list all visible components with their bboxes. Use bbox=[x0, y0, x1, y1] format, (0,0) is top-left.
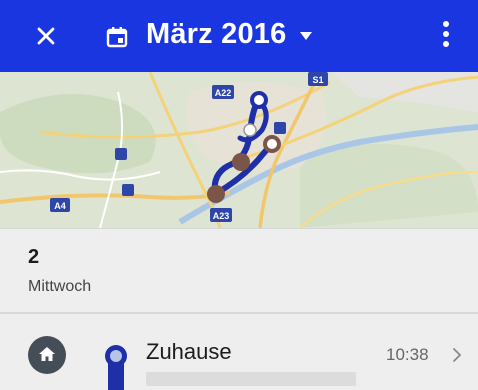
chevron-right-icon[interactable] bbox=[452, 347, 462, 363]
place-time: 10:38 bbox=[386, 345, 429, 364]
road-shield: S1 bbox=[308, 72, 328, 86]
timeline-place-row[interactable]: Zuhause 10:38 bbox=[0, 314, 478, 390]
app-toolbar: März 2016 bbox=[0, 0, 478, 72]
close-icon[interactable] bbox=[32, 22, 60, 50]
place-address-blurred bbox=[146, 372, 356, 386]
day-header: 2 Mittwoch bbox=[0, 228, 478, 312]
caret-down-icon[interactable] bbox=[298, 30, 314, 42]
stop-marker[interactable] bbox=[243, 123, 257, 137]
map-canvas: A22 S1 A4 A23 bbox=[0, 72, 478, 228]
timeline-marker bbox=[105, 345, 127, 390]
road-shield-label: A23 bbox=[213, 211, 230, 221]
road-shield bbox=[115, 148, 127, 160]
road-shield: A22 bbox=[212, 85, 234, 99]
home-icon bbox=[28, 336, 66, 374]
road-shield-label: A22 bbox=[215, 88, 232, 98]
route-map[interactable]: A22 S1 A4 A23 bbox=[0, 72, 478, 228]
stop-marker[interactable] bbox=[263, 135, 281, 153]
month-title[interactable]: März 2016 bbox=[146, 14, 286, 54]
road-shield bbox=[274, 122, 286, 134]
road-shield: A4 bbox=[50, 198, 70, 212]
day-weekday: Mittwoch bbox=[28, 278, 92, 295]
day-number: 2 bbox=[28, 246, 40, 268]
road-shield-label: A4 bbox=[54, 201, 66, 211]
stop-marker[interactable] bbox=[232, 153, 250, 171]
road-shield-label: S1 bbox=[312, 75, 323, 85]
calendar-icon bbox=[106, 27, 128, 48]
road-shield bbox=[122, 184, 134, 196]
stop-marker[interactable] bbox=[207, 185, 225, 203]
stop-marker[interactable] bbox=[250, 91, 268, 109]
place-name: Zuhause bbox=[146, 339, 232, 364]
road-shield: A23 bbox=[210, 208, 232, 222]
more-vert-icon[interactable] bbox=[436, 16, 456, 56]
